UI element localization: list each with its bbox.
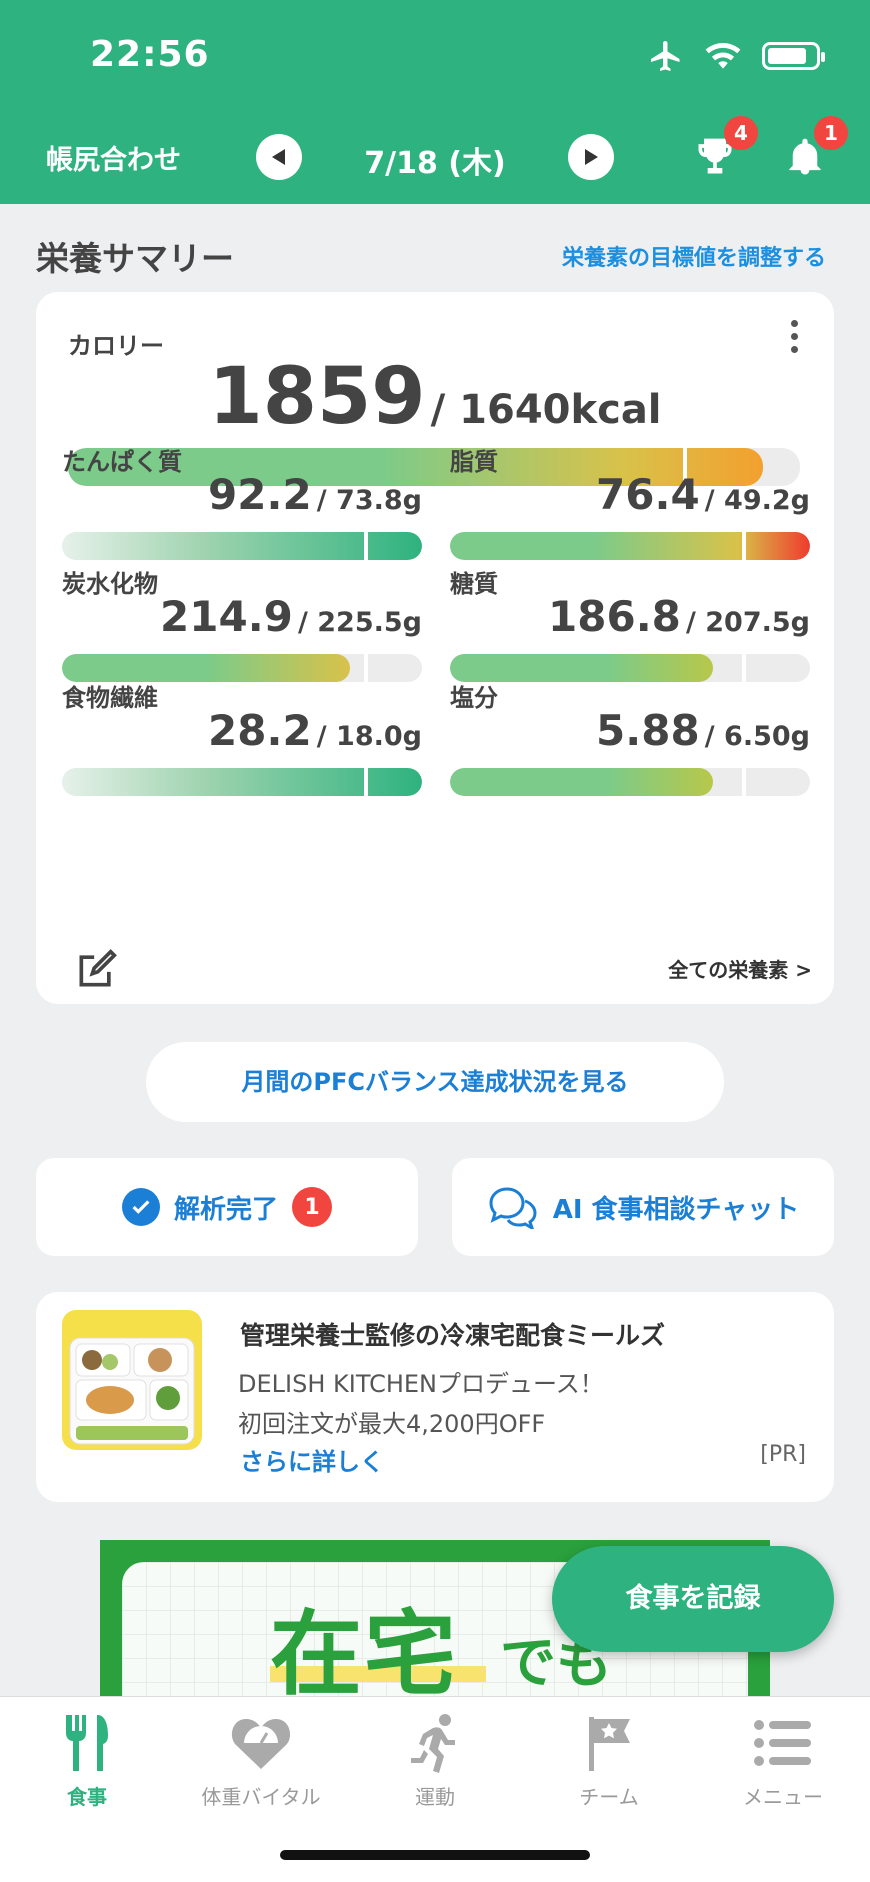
adjust-targets-link[interactable]: 栄養素の目標値を調整する	[562, 240, 826, 272]
nutrient-item: 脂質 76.4 / 49.2g	[450, 442, 810, 582]
ad-pr-label: [PR]	[760, 1442, 806, 1467]
nutrient-target: / 6.50g	[704, 721, 810, 752]
chat-bubbles-icon	[489, 1187, 537, 1229]
triangle-right-icon	[585, 149, 598, 165]
all-nutrients-link[interactable]: 全ての栄養素 >	[668, 954, 812, 983]
tab-team[interactable]: チーム	[522, 1707, 696, 1810]
tab-menu[interactable]: メニュー	[696, 1707, 870, 1810]
calorie-value-row: 1859 / 1640kcal	[36, 352, 834, 442]
nutrient-progress-bar	[450, 768, 810, 796]
more-options-icon[interactable]	[788, 320, 800, 353]
nutrient-value: 28.2	[208, 706, 312, 755]
ad-more-link[interactable]: さらに詳しく	[240, 1442, 384, 1477]
calorie-value: 1859	[208, 352, 426, 442]
status-time: 22:56	[90, 34, 210, 75]
tab-weight-vitals-label: 体重バイタル	[201, 1785, 321, 1809]
nutrient-target: / 49.2g	[704, 485, 810, 516]
nutrient-value: 5.88	[596, 706, 700, 755]
nutrient-item: たんぱく質 92.2 / 73.8g	[62, 442, 422, 582]
nutrient-value: 214.9	[160, 592, 293, 641]
tab-meal[interactable]: 食事	[0, 1707, 174, 1810]
battery-icon	[762, 42, 825, 70]
nutrient-value-row: 92.2 / 73.8g	[208, 470, 422, 519]
nutrient-value: 186.8	[548, 592, 681, 641]
ai-chat-button[interactable]: AI 食事相談チャット	[452, 1158, 834, 1256]
calorie-target: / 1640kcal	[430, 387, 662, 433]
ad-line-1: DELISH KITCHENプロデュース！	[238, 1370, 604, 1398]
analysis-badge: 1	[292, 1187, 332, 1227]
trophy-badge: 4	[724, 116, 758, 150]
nutrient-target: / 18.0g	[316, 721, 422, 752]
nutrient-label: 脂質	[450, 448, 498, 476]
nutrient-label: たんぱく質	[62, 448, 182, 476]
nutrient-value-row: 214.9 / 225.5g	[160, 592, 422, 641]
section-title: 栄養サマリー	[36, 239, 234, 278]
nutrient-label: 炭水化物	[62, 570, 158, 598]
nutrient-target-marker	[741, 532, 746, 560]
nutrient-target: / 73.8g	[316, 485, 422, 516]
nutrient-value-row: 186.8 / 207.5g	[548, 592, 810, 641]
heart-scale-icon	[231, 1719, 291, 1769]
nutrient-value: 76.4	[596, 470, 700, 519]
edit-icon[interactable]	[74, 948, 118, 992]
nutrient-target: / 207.5g	[686, 607, 810, 638]
running-icon	[411, 1714, 455, 1773]
ad-line-2: 初回注文が最大4,200円OFF	[238, 1410, 546, 1438]
flag-icon	[589, 1717, 630, 1771]
ad-card[interactable]: 管理栄養士監修の冷凍宅配食ミールズ DELISH KITCHENプロデュース！ …	[36, 1292, 834, 1502]
nutrient-progress-fill	[450, 532, 810, 560]
nutrition-summary-card: カロリー 1859 / 1640kcal たんぱく質 92.2 / 73.8g 脂質…	[36, 292, 834, 1004]
nutrient-value-row: 5.88 / 6.50g	[596, 706, 810, 755]
record-meal-button[interactable]: 食事を記録	[552, 1546, 834, 1652]
status-icons	[648, 38, 825, 74]
next-day-button[interactable]	[568, 134, 614, 180]
nutrient-target: / 225.5g	[298, 607, 422, 638]
tab-exercise-label: 運動	[415, 1785, 455, 1809]
pfc-balance-button[interactable]: 月間のPFCバランス達成状況を見る	[146, 1042, 724, 1122]
check-circle-icon	[121, 1188, 160, 1226]
nutrient-label: 糖質	[450, 570, 498, 598]
fork-knife-icon	[66, 1715, 108, 1771]
banner-main-text: 在宅	[270, 1601, 459, 1700]
tab-weight-vitals[interactable]: 体重バイタル	[174, 1707, 348, 1810]
nutrient-item: 塩分 5.88 / 6.50g	[450, 678, 810, 818]
nutrient-label: 食物繊維	[62, 684, 158, 712]
notification-badge: 1	[814, 116, 848, 150]
analysis-complete-button[interactable]: 解析完了 1	[36, 1158, 418, 1256]
tab-menu-label: メニュー	[743, 1785, 823, 1809]
trophy-button[interactable]: 4	[690, 116, 758, 182]
nutrient-value-row: 76.4 / 49.2g	[596, 470, 810, 519]
nutrient-value: 92.2	[208, 470, 312, 519]
home-indicator	[280, 1850, 590, 1860]
tab-meal-label: 食事	[67, 1785, 107, 1809]
nutrient-progress-fill	[450, 768, 713, 796]
ad-title: 管理栄養士監修の冷凍宅配食ミールズ	[240, 1321, 666, 1350]
tab-exercise[interactable]: 運動	[348, 1707, 522, 1810]
menu-list-icon	[754, 1720, 811, 1766]
wifi-icon	[705, 43, 741, 69]
nutrient-value-row: 28.2 / 18.0g	[208, 706, 422, 755]
analysis-complete-label: 解析完了	[173, 1194, 278, 1225]
airplane-icon	[651, 41, 680, 71]
notification-button[interactable]: 1	[780, 116, 848, 182]
ad-food-image	[62, 1310, 202, 1450]
nutrient-progress-bar	[450, 532, 810, 560]
nutrient-target-marker	[364, 768, 369, 796]
nutrient-item: 食物繊維 28.2 / 18.0g	[62, 678, 422, 818]
nutrient-target-marker	[364, 532, 369, 560]
nutrient-target-marker	[741, 768, 746, 796]
nutrient-label: 塩分	[450, 684, 498, 712]
ai-chat-label: AI 食事相談チャット	[552, 1194, 800, 1225]
app-header: 22:56 帳尻合わせ 7/18 (木) 4 1	[0, 0, 870, 204]
nutrient-progress-bar	[62, 768, 422, 796]
tab-team-label: チーム	[579, 1785, 639, 1809]
nutrient-progress-bar	[62, 532, 422, 560]
